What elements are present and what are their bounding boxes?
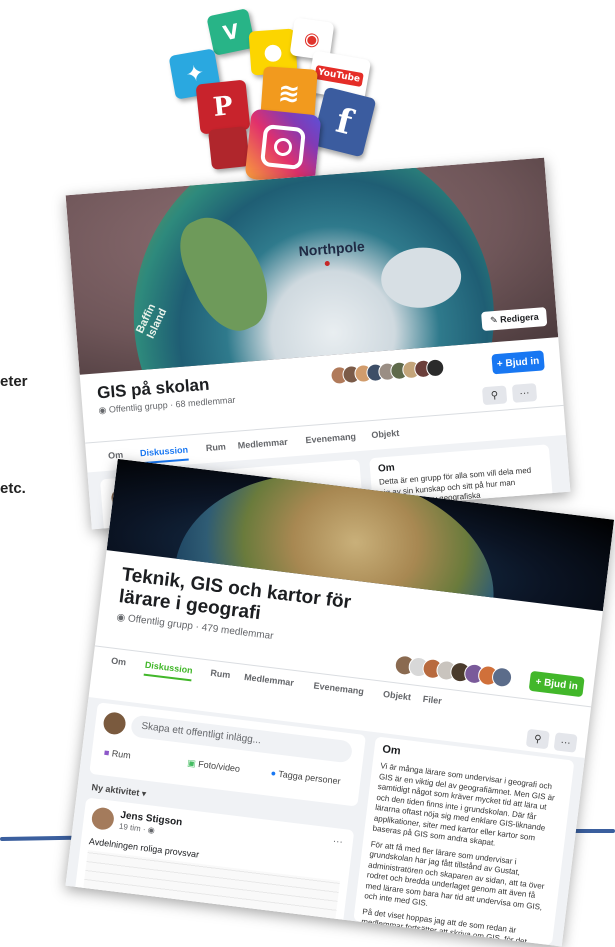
action-tag-people[interactable]: ● Tagga personer (270, 768, 341, 786)
facebook-group-card-teknik-gis: Teknik, GIS och kartor för lärare i geog… (65, 458, 615, 947)
landmass (168, 203, 282, 343)
invite-button[interactable]: + Bjud in (528, 670, 585, 698)
group-cover-photo: Northpole Baffin Island ✎ Redigera (65, 157, 559, 375)
tab-rum[interactable]: Rum (205, 442, 226, 454)
post-image-handwritten-test (82, 850, 341, 929)
search-icon: ⚲ (490, 389, 499, 402)
search-button[interactable]: ⚲ (525, 728, 550, 750)
tab-diskussion[interactable]: Diskussion (139, 444, 189, 465)
slide-text-fragment: eter (0, 373, 28, 390)
tab-evenemang[interactable]: Evenemang (305, 431, 356, 445)
tab-filer[interactable]: Filer (422, 694, 442, 706)
action-photo-video[interactable]: ▣ Foto/video (187, 758, 241, 775)
instagram-icon (244, 108, 322, 186)
tab-medlemmar[interactable]: Medlemmar (237, 437, 288, 451)
globe-icon: ◉ (147, 825, 156, 836)
invite-button[interactable]: + Bjud in (491, 350, 545, 375)
arctic-map (120, 157, 508, 375)
edit-cover-button[interactable]: ✎ Redigera (481, 307, 548, 332)
facebook-icon: f (311, 86, 377, 158)
search-button[interactable]: ⚲ (481, 385, 508, 406)
ice-sheet (378, 244, 464, 311)
tab-objekt[interactable]: Objekt (383, 689, 412, 702)
social-media-cubes: V ● ◉ ✦ YouTube P ≋ f (150, 0, 380, 190)
vine-icon: V (206, 8, 256, 56)
slide-text-fragment: etc. (0, 480, 26, 497)
slide-accent-line (573, 829, 615, 833)
about-card: Om Vi är många lärare som undervisar i g… (353, 736, 575, 946)
activity-sort[interactable]: Ny aktivitet ▾ (91, 782, 147, 800)
tab-medlemmar[interactable]: Medlemmar (244, 672, 295, 688)
chevron-down-icon: ▾ (138, 787, 147, 799)
tab-rum[interactable]: Rum (210, 668, 231, 680)
member-avatars (329, 355, 491, 386)
composer-input[interactable]: Skapa ett offentligt inlägg... (130, 714, 354, 764)
tab-evenemang[interactable]: Evenemang (313, 680, 364, 696)
tab-objekt[interactable]: Objekt (371, 428, 400, 440)
search-icon: ⚲ (533, 733, 543, 745)
action-rum[interactable]: ■ Rum (103, 747, 131, 760)
more-button[interactable]: ··· (553, 732, 578, 753)
tab-diskussion[interactable]: Diskussion (143, 659, 194, 682)
avatar (102, 711, 127, 736)
more-button[interactable]: ··· (511, 383, 538, 403)
avatar (90, 806, 116, 831)
post-card: Jens Stigson 19 tim · ◉ ··· Avdelningen … (74, 797, 355, 930)
tab-om[interactable]: Om (111, 656, 127, 668)
post-more-button[interactable]: ··· (332, 836, 343, 848)
pinterest-cube-side (208, 126, 250, 170)
group-body: Skapa ett offentligt inlägg... ■ Rum ▣ F… (65, 697, 585, 947)
